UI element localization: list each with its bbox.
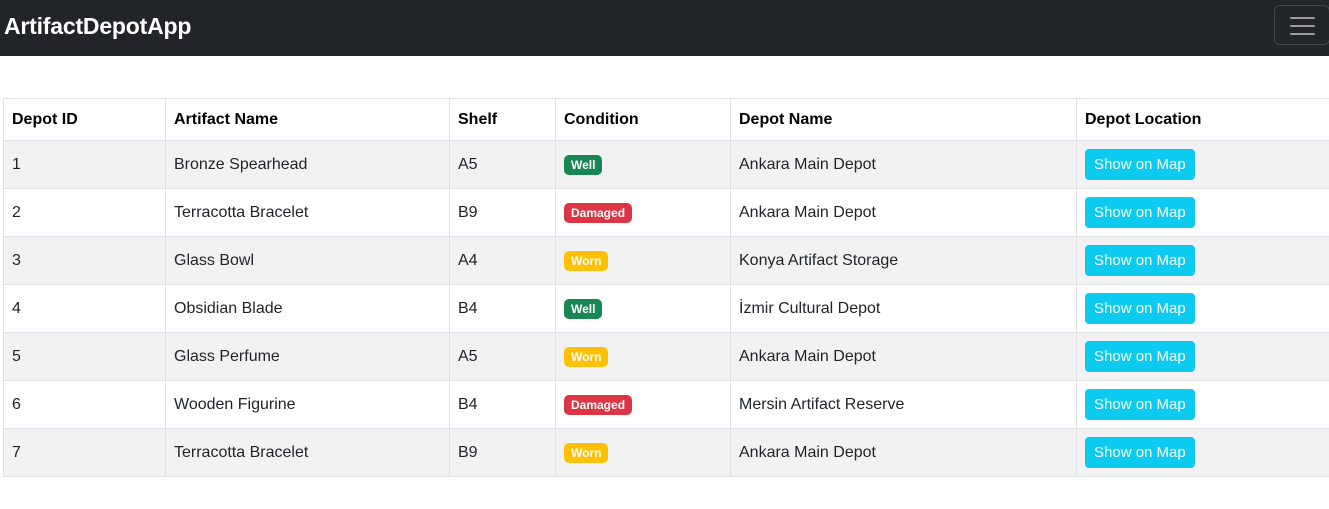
condition-badge: Well: [564, 154, 603, 175]
condition-cell: Damaged: [555, 188, 731, 237]
depot-location-cell: Show on Map: [1076, 188, 1329, 237]
depot-name-cell: Ankara Main Depot: [730, 140, 1077, 189]
depot-name-cell: İzmir Cultural Depot: [730, 284, 1077, 333]
condition-badge: Worn: [564, 442, 609, 463]
header-depot-location: Depot Location: [1076, 98, 1329, 141]
artifact-name-cell: Glass Bowl: [165, 236, 450, 285]
app-brand[interactable]: ArtifactDepotApp: [4, 13, 191, 40]
show-on-map-button[interactable]: Show on Map: [1085, 197, 1195, 228]
show-on-map-button[interactable]: Show on Map: [1085, 149, 1195, 180]
shelf-cell: B9: [449, 188, 556, 237]
shelf-cell: B4: [449, 284, 556, 333]
condition-cell: Damaged: [555, 380, 731, 429]
header-shelf: Shelf: [449, 98, 556, 141]
depot-location-cell: Show on Map: [1076, 428, 1329, 477]
table-header-row: Depot ID Artifact Name Shelf Condition D…: [3, 98, 1329, 141]
table-row: 2 Terracotta Bracelet B9 Damaged Ankara Main…: [3, 188, 1329, 237]
artifact-name-cell: Terracotta Bracelet: [165, 428, 450, 477]
condition-badge: Worn: [564, 250, 609, 271]
artifact-name-cell: Obsidian Blade: [165, 284, 450, 333]
depot-id-cell: 4: [3, 284, 166, 333]
depot-location-cell: Show on Map: [1076, 140, 1329, 189]
depot-id-cell: 5: [3, 332, 166, 381]
depot-location-cell: Show on Map: [1076, 380, 1329, 429]
depot-location-cell: Show on Map: [1076, 332, 1329, 381]
shelf-cell: A4: [449, 236, 556, 285]
condition-cell: Worn: [555, 428, 731, 477]
table-row: 3 Glass Bowl A4 Worn Konya Artifact Storage S…: [3, 236, 1329, 285]
artifact-name-cell: Wooden Figurine: [165, 380, 450, 429]
condition-badge: Well: [564, 298, 603, 319]
artifact-name-cell: Bronze Spearhead: [165, 140, 450, 189]
shelf-cell: B4: [449, 380, 556, 429]
navbar-toggler-button[interactable]: [1274, 5, 1329, 45]
show-on-map-button[interactable]: Show on Map: [1085, 437, 1195, 468]
header-depot-name: Depot Name: [730, 98, 1077, 141]
depot-name-cell: Konya Artifact Storage: [730, 236, 1077, 285]
table-row: 7 Terracotta Bracelet B9 Worn Ankara Main De…: [3, 428, 1329, 477]
depot-name-cell: Ankara Main Depot: [730, 188, 1077, 237]
condition-badge: Damaged: [564, 394, 633, 415]
condition-badge: Damaged: [564, 202, 633, 223]
shelf-cell: A5: [449, 332, 556, 381]
depot-id-cell: 6: [3, 380, 166, 429]
artifact-name-cell: Glass Perfume: [165, 332, 450, 381]
header-artifact-name: Artifact Name: [165, 98, 450, 141]
depot-id-cell: 1: [3, 140, 166, 189]
header-condition: Condition: [555, 98, 731, 141]
header-depot-id: Depot ID: [3, 98, 166, 141]
table-row: 6 Wooden Figurine B4 Damaged Mersin Artifact…: [3, 380, 1329, 429]
depot-id-cell: 2: [3, 188, 166, 237]
condition-cell: Worn: [555, 236, 731, 285]
table-row: 5 Glass Perfume A5 Worn Ankara Main Depot Sho…: [3, 332, 1329, 381]
depot-id-cell: 7: [3, 428, 166, 477]
depot-name-cell: Ankara Main Depot: [730, 428, 1077, 477]
condition-cell: Worn: [555, 332, 731, 381]
depot-location-cell: Show on Map: [1076, 236, 1329, 285]
shelf-cell: B9: [449, 428, 556, 477]
condition-badge: Worn: [564, 346, 609, 367]
depot-name-cell: Mersin Artifact Reserve: [730, 380, 1077, 429]
depot-name-cell: Ankara Main Depot: [730, 332, 1077, 381]
depot-id-cell: 3: [3, 236, 166, 285]
show-on-map-button[interactable]: Show on Map: [1085, 293, 1195, 324]
condition-cell: Well: [555, 140, 731, 189]
show-on-map-button[interactable]: Show on Map: [1085, 389, 1195, 420]
navbar: ArtifactDepotApp: [0, 0, 1329, 56]
table-row: 4 Obsidian Blade B4 Well İzmir Cultural Depo…: [3, 284, 1329, 333]
artifact-table: Depot ID Artifact Name Shelf Condition D…: [3, 98, 1329, 477]
table-row: 1 Bronze Spearhead A5 Well Ankara Main Depot…: [3, 140, 1329, 189]
shelf-cell: A5: [449, 140, 556, 189]
depot-location-cell: Show on Map: [1076, 284, 1329, 333]
artifact-name-cell: Terracotta Bracelet: [165, 188, 450, 237]
show-on-map-button[interactable]: Show on Map: [1085, 245, 1195, 276]
condition-cell: Well: [555, 284, 731, 333]
show-on-map-button[interactable]: Show on Map: [1085, 341, 1195, 372]
